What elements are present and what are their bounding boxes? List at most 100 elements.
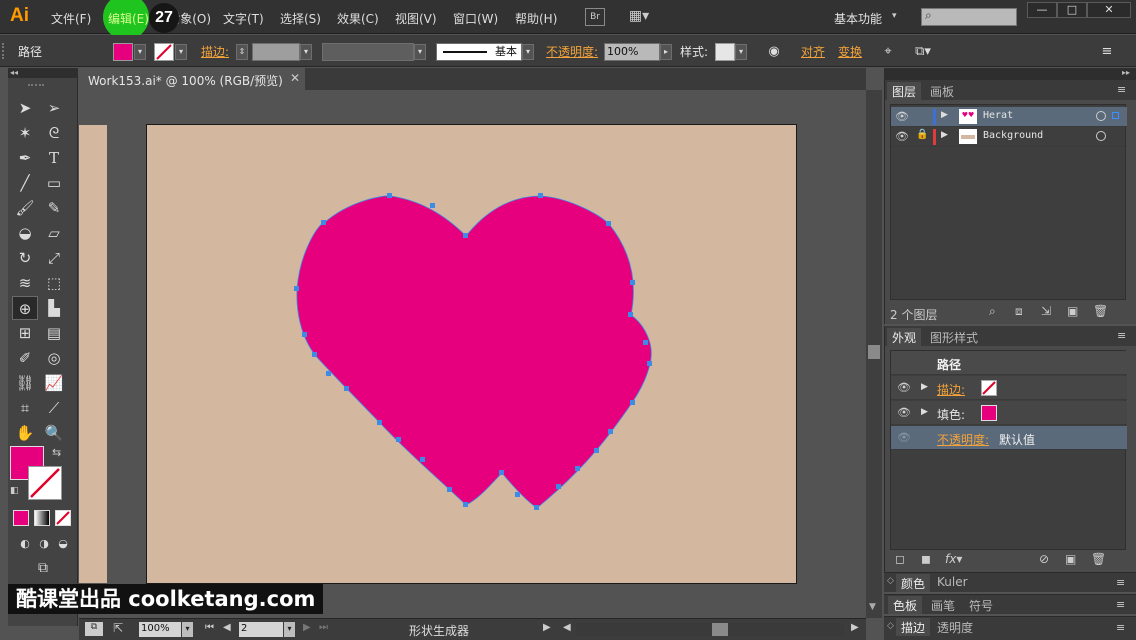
clipping-mask-icon[interactable]: ⧈ — [1015, 304, 1023, 319]
tab-color[interactable]: 颜色 — [896, 574, 931, 592]
appearance-fill-row[interactable]: 👁 ▶ 填色: — [891, 401, 1127, 425]
fill-row-swatch[interactable] — [981, 405, 997, 421]
tab-symbols[interactable]: 符号 — [964, 596, 998, 614]
target-circle-icon[interactable] — [1096, 111, 1106, 121]
maximize-button[interactable]: □ — [1057, 2, 1087, 18]
artboard-dropdown-icon[interactable]: ▾ — [284, 622, 295, 637]
layer-name[interactable]: Herat — [983, 110, 1013, 121]
collapse-icon[interactable]: ◇ — [887, 621, 894, 631]
visibility-eye-icon[interactable]: 👁 — [897, 431, 911, 444]
horizontal-scroll-thumb[interactable] — [712, 623, 728, 636]
minimize-button[interactable]: — — [1027, 2, 1057, 18]
appearance-list: 路径 👁 ▶ 描边: 👁 ▶ 填色: 👁 不透明度: 默认值 — [890, 350, 1127, 550]
new-layer-icon[interactable]: ▣ — [1067, 304, 1078, 318]
stroke-menu-icon[interactable]: ≡ — [1116, 621, 1125, 634]
new-sublayer-icon[interactable]: ⇲ — [1041, 304, 1051, 318]
swatches-menu-icon[interactable]: ≡ — [1116, 598, 1125, 611]
workspace-dropdown-icon[interactable]: ▾ — [892, 11, 897, 21]
appearance-menu-icon[interactable]: ≡ — [1117, 329, 1126, 342]
arrange-icon[interactable]: ⧉▾ — [908, 43, 938, 61]
scroll-left-icon[interactable]: ◀ — [563, 622, 571, 633]
help-search-input[interactable]: ⌕ — [921, 8, 1017, 26]
no-stroke-small-icon — [982, 381, 996, 395]
tab-kuler[interactable]: Kuler — [932, 574, 973, 592]
horizontal-scrollbar[interactable] — [576, 623, 844, 636]
visibility-eye-icon[interactable]: 👁 — [897, 406, 911, 419]
expand-arrow-icon[interactable]: ▶ — [921, 382, 928, 392]
duplicate-item-icon[interactable]: ▣ — [1065, 552, 1076, 566]
panel-dock-header: ▸▸ — [884, 68, 1136, 80]
layer-name[interactable]: Background — [983, 130, 1043, 141]
layer-row-herat[interactable]: 👁 ▶ ♥♥ Herat — [891, 107, 1127, 127]
add-stroke-icon[interactable]: ◻ — [895, 552, 905, 566]
tab-appearance[interactable]: 外观 — [887, 328, 922, 346]
thumbnail-fill — [961, 135, 975, 139]
tab-artboards[interactable]: 画板 — [925, 82, 959, 100]
scroll-right-icon[interactable]: ▶ — [851, 622, 859, 633]
appearance-object-type: 路径 — [937, 358, 962, 372]
fill-row-label: 填色: — [937, 408, 966, 422]
scroll-down-icon[interactable]: ▼ — [869, 602, 876, 612]
expand-arrow-icon[interactable]: ▶ — [941, 130, 948, 140]
next-artboard-icon[interactable]: ▶ — [303, 622, 311, 633]
export-icon[interactable]: ⇱ — [113, 621, 123, 635]
tab-transparency[interactable]: 透明度 — [932, 618, 978, 636]
delete-item-icon[interactable]: 🗑 — [1091, 552, 1106, 566]
add-fill-icon[interactable]: ◼ — [921, 552, 931, 566]
layer-thumbnail: ♥♥ — [959, 109, 977, 124]
delete-layer-icon[interactable]: 🗑 — [1093, 304, 1108, 318]
target-circle-icon[interactable] — [1096, 131, 1106, 141]
layer-color-bar — [933, 109, 936, 125]
artboard-navigator-icon[interactable]: ⧉ — [85, 622, 103, 636]
vertical-scroll-thumb[interactable] — [868, 345, 880, 359]
stroke-row-label[interactable]: 描边: — [937, 381, 965, 398]
layer-thumbnail — [959, 129, 977, 144]
tab-brushes[interactable]: 画笔 — [926, 596, 960, 614]
color-panel-group: ◇ 颜色 Kuler ≡ — [884, 572, 1136, 592]
control-panel-menu-icon[interactable]: ≡ — [1098, 43, 1116, 61]
tab-stroke[interactable]: 描边 — [896, 618, 931, 636]
previous-artboard-icon[interactable]: ◀ — [223, 622, 231, 633]
visibility-eye-icon[interactable]: 👁 — [897, 381, 911, 394]
expand-arrow-icon[interactable]: ▶ — [941, 110, 948, 120]
layers-panel-tabs: 图层 画板 ≡ — [885, 80, 1136, 100]
layer-color-bar — [933, 129, 936, 145]
layers-panel: 图层 画板 ≡ 👁 ▶ ♥♥ Herat 👁 🔒 ▶ Background 2 … — [884, 80, 1136, 324]
tab-layers[interactable]: 图层 — [887, 82, 922, 100]
vertical-scrollbar[interactable]: ▼ — [866, 90, 882, 618]
collapse-icon[interactable]: ◇ — [887, 576, 894, 586]
visibility-eye-icon[interactable]: 👁 — [895, 110, 909, 123]
heart-shape-large[interactable] — [296, 195, 652, 509]
status-menu-icon[interactable]: ▶ — [543, 622, 551, 633]
selection-indicator-icon[interactable] — [1112, 112, 1119, 119]
search-icon: ⌕ — [925, 8, 932, 22]
status-bar: ⧉ ⇱ 100% ▾ ⏮ ◀ 2 ▾ ▶ ⏭ 形状生成器 ▶ ◀ ▶ — [79, 618, 866, 640]
layer-row-background[interactable]: 👁 🔒 ▶ Background — [891, 127, 1127, 147]
zoom-dropdown-icon[interactable]: ▾ — [182, 622, 193, 637]
expand-arrow-icon[interactable]: ▶ — [921, 407, 928, 417]
tab-graphic-styles[interactable]: 图形样式 — [925, 328, 983, 346]
artboard-number-input[interactable]: 2 — [239, 622, 283, 637]
appearance-stroke-row[interactable]: 👁 ▶ 描边: — [891, 376, 1127, 400]
close-button[interactable]: ✕ — [1087, 2, 1131, 18]
clear-appearance-icon[interactable]: ⊘ — [1039, 552, 1049, 566]
tab-swatches[interactable]: 色板 — [888, 596, 923, 614]
last-artboard-icon[interactable]: ⏭ — [319, 622, 328, 633]
watermark: 酷课堂出品 coolketang.com — [8, 584, 324, 614]
appearance-opacity-row[interactable]: 👁 不透明度: 默认值 — [891, 426, 1127, 450]
first-artboard-icon[interactable]: ⏮ — [205, 622, 214, 633]
swatches-panel-group: 色板 画笔 符号 ≡ — [884, 594, 1136, 614]
layers-menu-icon[interactable]: ≡ — [1117, 83, 1126, 96]
visibility-eye-icon[interactable]: 👁 — [895, 130, 909, 143]
stroke-row-swatch[interactable] — [981, 380, 997, 396]
add-effect-icon[interactable]: fx▾ — [945, 552, 962, 566]
opacity-row-label[interactable]: 不透明度: — [937, 431, 989, 448]
artwork-layer — [294, 193, 652, 510]
zoom-input[interactable]: 100% — [139, 622, 181, 637]
stroke-panel-group: ◇ 描边 透明度 ≡ — [884, 616, 1136, 640]
locate-object-icon[interactable]: ⌕ — [989, 304, 996, 319]
lock-icon[interactable]: 🔒 — [916, 129, 928, 140]
isolate-icon[interactable]: ⌖ — [879, 43, 897, 61]
appearance-header-row: 路径 — [891, 351, 1127, 375]
color-menu-icon[interactable]: ≡ — [1116, 576, 1125, 589]
